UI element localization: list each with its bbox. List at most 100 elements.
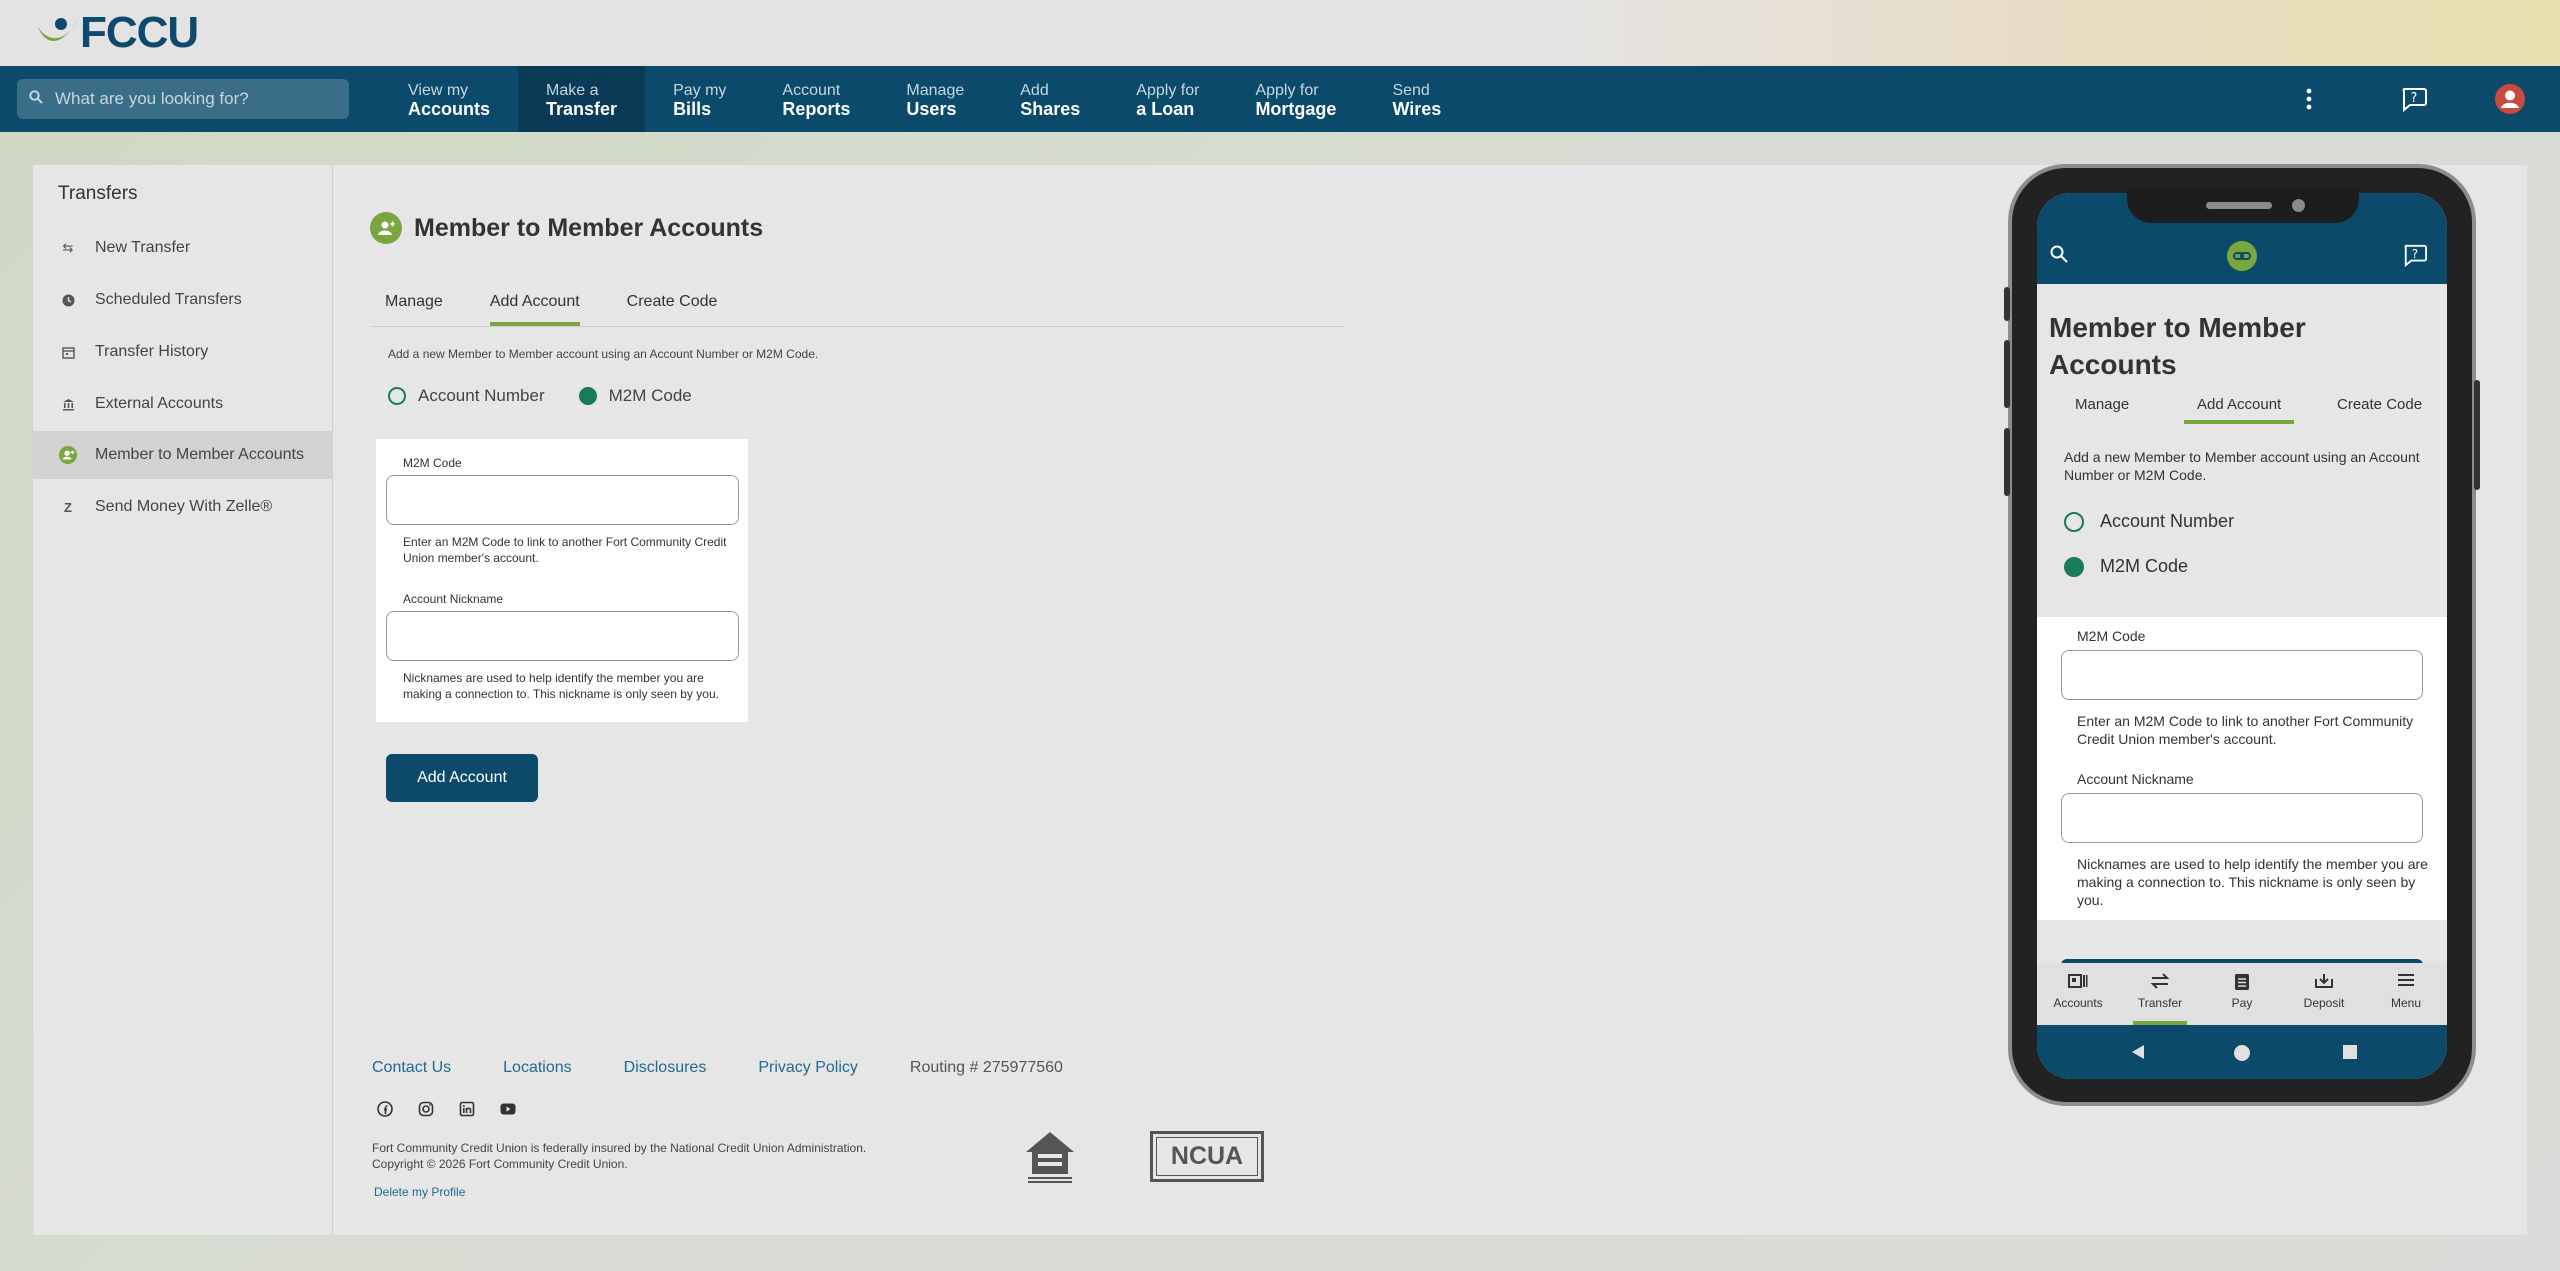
bottom-nav-accounts[interactable]: Accounts	[2037, 963, 2119, 1025]
accounts-icon	[2068, 973, 2088, 991]
radio-button-checked[interactable]	[2064, 556, 2084, 577]
nav-make-transfer[interactable]: Make a Transfer	[518, 66, 646, 132]
nickname-input[interactable]	[386, 611, 739, 661]
nav-send-wires[interactable]: Send Wires	[1364, 66, 1469, 132]
page-title: Member to Member Accounts	[414, 213, 764, 242]
m2m-code-input[interactable]	[386, 475, 739, 525]
intro-text: Add a new Member to Member account using…	[388, 347, 819, 361]
phone-screen: ? Member to Member Accounts Manage Add A…	[2037, 193, 2447, 1079]
radio-button[interactable]	[388, 387, 406, 405]
footer-link-contact[interactable]: Contact Us	[372, 1059, 451, 1077]
user-avatar-icon[interactable]	[2495, 66, 2525, 132]
nav-manage-users[interactable]: Manage Users	[878, 66, 992, 132]
clock-icon	[59, 291, 77, 309]
instagram-icon[interactable]	[417, 1100, 434, 1117]
facebook-icon[interactable]	[376, 1100, 393, 1117]
footer-legal: Fort Community Credit Union is federally…	[372, 1140, 866, 1172]
radio-button-checked[interactable]	[578, 387, 597, 405]
phone-intro-text: Add a new Member to Member account using…	[2064, 449, 2420, 483]
bottom-nav-menu[interactable]: Menu	[2365, 963, 2447, 1025]
phone-side-button	[2004, 428, 2010, 496]
nickname-label: Account Nickname	[403, 592, 504, 606]
member-icon	[59, 446, 77, 464]
phone-side-button	[2004, 340, 2010, 408]
m2m-code-label: M2M Code	[403, 456, 462, 470]
more-vertical-icon[interactable]	[2305, 66, 2313, 132]
sidebar-item-new-transfer[interactable]: ⇆ New Transfer	[33, 224, 333, 272]
search-icon[interactable]	[2050, 245, 2068, 268]
social-links	[376, 1100, 540, 1117]
youtube-icon[interactable]	[499, 1100, 516, 1117]
bottom-nav-pay[interactable]: Pay	[2201, 963, 2283, 1025]
bottom-nav-deposit[interactable]: Deposit	[2283, 963, 2365, 1025]
phone-nickname-input[interactable]	[2061, 793, 2423, 843]
search-box[interactable]	[17, 79, 349, 119]
footer-link-privacy[interactable]: Privacy Policy	[758, 1059, 858, 1077]
main-navbar: View myAccounts Make aTransfer Pay myBil…	[0, 66, 2560, 132]
phone-tabs: Manage Add Account Create Code	[2037, 396, 2447, 424]
help-chat-icon[interactable]: ?	[2402, 243, 2428, 272]
routing-number: Routing # 275977560	[909, 1059, 1063, 1076]
help-chat-icon[interactable]: ?	[2400, 66, 2428, 132]
phone-form: M2M Code Enter an M2M Code to link to an…	[2037, 617, 2447, 920]
sidebar-item-external-accounts[interactable]: External Accounts	[33, 380, 333, 428]
phone-page-title: Member to Member Accounts	[2049, 312, 2306, 380]
phone-m2m-code-input[interactable]	[2061, 650, 2423, 700]
nav-menu: View my Accounts Make a Transfer Pay my Bil…	[380, 66, 1469, 132]
search-icon	[29, 89, 43, 109]
transfer-icon: ⇆	[62, 240, 74, 255]
add-account-button[interactable]: Add Account	[386, 754, 538, 802]
phone-radio-m2m-code[interactable]: M2M Code	[2064, 556, 2188, 577]
member-icon	[370, 212, 402, 244]
bottom-nav-transfer[interactable]: Transfer	[2119, 963, 2201, 1025]
home-icon[interactable]	[2233, 1044, 2251, 1067]
link-logo-icon	[2227, 241, 2257, 276]
back-icon[interactable]	[2131, 1044, 2145, 1065]
radio-account-number[interactable]: Account Number	[388, 386, 545, 406]
calendar-icon	[59, 343, 77, 361]
tab-create-code[interactable]: Create Code	[627, 285, 718, 326]
logo-text: FCCU	[80, 8, 199, 57]
sidebar: Transfers ⇆ New Transfer Scheduled Trans…	[33, 165, 333, 1235]
tabs: Manage Add Account Create Code	[370, 285, 1345, 327]
nav-account-reports[interactable]: Account Reports	[754, 66, 878, 132]
phone-tab-create-code[interactable]: Create Code	[2337, 396, 2422, 413]
footer-link-disclosures[interactable]: Disclosures	[624, 1059, 707, 1077]
svg-text:?: ?	[2411, 91, 2418, 106]
fccu-logo[interactable]: FCCU	[34, 8, 199, 57]
menu-icon	[2397, 973, 2415, 991]
sidebar-item-scheduled-transfers[interactable]: Scheduled Transfers	[33, 276, 333, 324]
transfer-icon	[2150, 973, 2170, 991]
phone-tab-add-account[interactable]: Add Account	[2183, 396, 2295, 424]
top-banner: FCCU	[0, 0, 2560, 66]
phone-nickname-label: Account Nickname	[2077, 771, 2194, 787]
nav-apply-mortgage[interactable]: Apply for Mortgage	[1227, 66, 1364, 132]
phone-bottom-nav: Accounts Transfer Pay Deposit Menu	[2037, 963, 2447, 1025]
copyright-text: Copyright © 2026 Fort Community Credit U…	[372, 1157, 628, 1171]
delete-profile-link[interactable]: Delete my Profile	[374, 1185, 465, 1199]
add-account-form: M2M Code Enter an M2M Code to link to an…	[376, 439, 748, 722]
deposit-icon	[2314, 973, 2334, 991]
phone-radio-account-number[interactable]: Account Number	[2064, 511, 2234, 532]
nav-pay-bills[interactable]: Pay my Bills	[645, 66, 754, 132]
tab-add-account[interactable]: Add Account	[489, 285, 580, 326]
recents-icon[interactable]	[2343, 1045, 2357, 1064]
insured-text: Fort Community Credit Union is federally…	[372, 1141, 867, 1155]
footer-link-locations[interactable]: Locations	[503, 1059, 572, 1077]
phone-power-button	[2474, 380, 2480, 490]
nav-apply-loan[interactable]: Apply for a Loan	[1108, 66, 1227, 132]
sidebar-item-transfer-history[interactable]: Transfer History	[33, 328, 333, 376]
tab-manage[interactable]: Manage	[385, 285, 443, 326]
radio-button[interactable]	[2064, 511, 2084, 532]
phone-tab-manage[interactable]: Manage	[2075, 396, 2129, 413]
linkedin-icon[interactable]	[458, 1100, 475, 1117]
nav-add-shares[interactable]: Add Shares	[992, 66, 1108, 132]
search-input[interactable]	[55, 89, 335, 109]
phone-camera	[2292, 199, 2305, 212]
nav-view-accounts[interactable]: View my Accounts	[380, 66, 518, 132]
radio-m2m-code[interactable]: M2M Code	[578, 386, 692, 406]
phone-side-button	[2004, 287, 2010, 321]
sidebar-item-member-to-member[interactable]: Member to Member Accounts	[33, 431, 333, 479]
sidebar-item-zelle[interactable]: Z Send Money With Zelle®	[33, 483, 333, 531]
ncua-logo: NCUA	[1150, 1131, 1264, 1182]
